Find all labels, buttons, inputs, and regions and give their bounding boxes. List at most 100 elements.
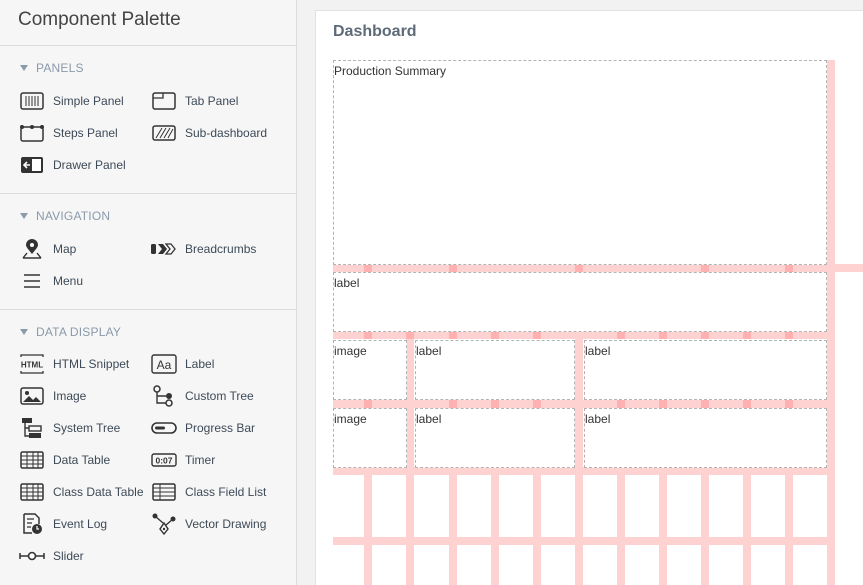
palette-item-sub-dashboard[interactable]: Sub-dashboard (151, 121, 267, 145)
palette-item-label: Drawer Panel (53, 158, 126, 172)
palette-item-class-data-table[interactable]: Class Data Table (19, 480, 144, 504)
grid-node (364, 264, 372, 272)
section-header-data-display[interactable]: DATA DISPLAY (20, 325, 121, 339)
palette-item-label: Progress Bar (185, 421, 256, 435)
palette-item-image[interactable]: Image (19, 384, 86, 408)
palette-item-slider[interactable]: Slider (19, 544, 84, 568)
palette-item-html-snippet[interactable]: HTML HTML Snippet (19, 352, 129, 376)
grid-line (701, 467, 709, 585)
grid-line (364, 467, 372, 585)
widget-image[interactable]: image (333, 408, 407, 468)
widget-label[interactable]: label (333, 272, 827, 332)
grid-line (785, 467, 793, 585)
palette-item-breadcrumbs[interactable]: Breadcrumbs (151, 237, 256, 261)
grid-node (785, 331, 793, 339)
dashboard-canvas[interactable]: Dashboard Production Summary label image… (315, 10, 863, 585)
grid-node (406, 331, 414, 339)
palette-item-progress-bar[interactable]: Progress Bar (151, 416, 255, 440)
palette-item-vector-drawing[interactable]: Vector Drawing (151, 512, 266, 536)
grid-line (333, 264, 863, 272)
grid-line (617, 467, 625, 585)
palette-item-map[interactable]: Map (19, 237, 76, 261)
widget-label[interactable]: label (584, 340, 827, 400)
widget-label[interactable]: label (415, 408, 575, 468)
grid-line (333, 467, 835, 475)
grid-node (659, 400, 667, 408)
palette-item-label: Map (53, 242, 77, 256)
divider (0, 193, 297, 194)
grid-node (364, 400, 372, 408)
image-icon (19, 385, 45, 407)
palette-item-custom-tree[interactable]: Custom Tree (151, 384, 254, 408)
palette-item-event-log[interactable]: Event Log (19, 512, 107, 536)
section-header-panels[interactable]: PANELS (20, 61, 84, 75)
grid-line (743, 467, 751, 585)
palette-item-label: Vector Drawing (185, 517, 267, 531)
grid-node (491, 400, 499, 408)
widget-title: Production Summary (334, 64, 447, 78)
grid-node (449, 264, 457, 272)
grid-line (406, 467, 414, 585)
palette-item-timer[interactable]: 0:07 Timer (151, 448, 215, 472)
grid-line (449, 467, 457, 585)
timer-icon: 0:07 (151, 449, 177, 471)
menu-icon (19, 270, 45, 292)
palette-item-label: Menu (53, 274, 84, 288)
data-table-icon (19, 449, 45, 471)
grid-line (491, 467, 499, 585)
palette-item-data-table[interactable]: Data Table (19, 448, 110, 472)
sub-dashboard-icon (151, 122, 177, 144)
grid-node (575, 264, 583, 272)
palette-item-label: HTML Snippet (53, 357, 130, 371)
palette-item-class-field-list[interactable]: Class Field List (151, 480, 266, 504)
custom-tree-icon (151, 385, 177, 407)
grid-node (701, 264, 709, 272)
palette-item-system-tree[interactable]: System Tree (19, 416, 120, 440)
widget-image[interactable]: image (333, 340, 407, 400)
palette-title: Component Palette (18, 9, 181, 30)
svg-text:Aa: Aa (157, 358, 172, 372)
palette-item-label-widget[interactable]: Aa Label (151, 352, 214, 376)
palette-item-label: Label (185, 357, 215, 371)
tab-panel-icon (151, 90, 177, 112)
widget-text: label (585, 412, 611, 426)
steps-panel-icon (19, 122, 45, 144)
class-field-list-icon (151, 481, 177, 503)
palette-item-label: Event Log (53, 517, 108, 531)
palette-item-label: Image (53, 389, 87, 403)
grid-node (701, 331, 709, 339)
system-tree-icon (19, 417, 45, 439)
label-icon: Aa (151, 353, 177, 375)
widget-production-summary[interactable]: Production Summary (333, 60, 827, 265)
palette-item-drawer-panel[interactable]: Drawer Panel (19, 153, 126, 177)
palette-item-label: Data Table (53, 453, 111, 467)
section-header-navigation[interactable]: NAVIGATION (20, 209, 110, 223)
palette-item-label: Class Field List (185, 485, 267, 499)
drawer-panel-icon (19, 154, 45, 176)
palette-item-label: Simple Panel (53, 94, 124, 108)
grid-node (449, 400, 457, 408)
divider (0, 45, 297, 46)
palette-item-label: Steps Panel (53, 126, 118, 140)
grid-node (533, 331, 541, 339)
vector-drawing-icon (151, 513, 177, 535)
palette-item-tab-panel[interactable]: Tab Panel (151, 89, 238, 113)
grid-line (333, 537, 835, 545)
grid-line (575, 467, 583, 585)
palette-item-label: Slider (53, 549, 84, 563)
palette-item-label: Timer (185, 453, 216, 467)
palette-item-simple-panel[interactable]: Simple Panel (19, 89, 124, 113)
simple-panel-icon (19, 90, 45, 112)
widget-label[interactable]: label (584, 408, 827, 468)
palette-item-steps-panel[interactable]: Steps Panel (19, 121, 118, 145)
widget-text: label (416, 412, 442, 426)
grid-node (701, 400, 709, 408)
grid-line (659, 467, 667, 585)
grid-node (364, 331, 372, 339)
palette-item-menu[interactable]: Menu (19, 269, 83, 293)
widget-label[interactable]: label (415, 340, 575, 400)
divider (0, 309, 297, 310)
grid-node (785, 400, 793, 408)
collapse-triangle-icon (20, 329, 28, 335)
palette-item-label: Custom Tree (185, 389, 254, 403)
